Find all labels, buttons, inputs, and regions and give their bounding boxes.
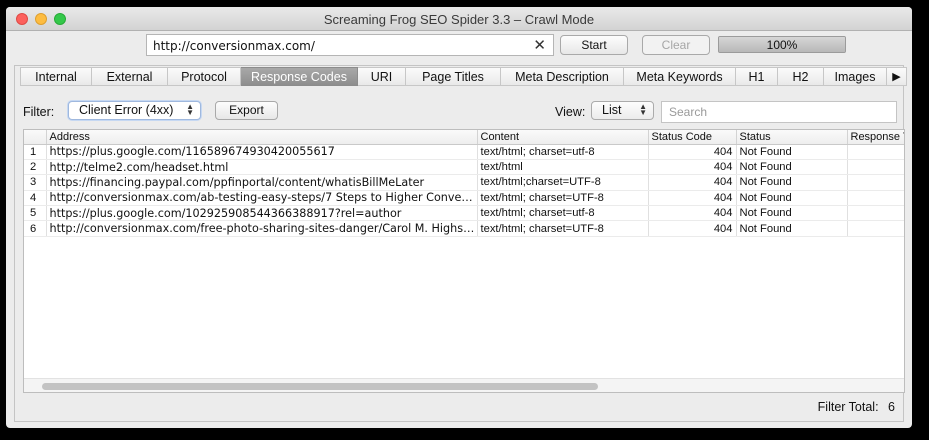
cell-response-time [847, 159, 904, 176]
cell-response-time [847, 220, 904, 237]
tab-internal[interactable]: Internal [20, 67, 92, 86]
cell-status-code: 404 [648, 174, 737, 191]
table-row[interactable]: 5 https://plus.google.com/10292590854436… [24, 205, 904, 222]
filter-label: Filter: [23, 105, 55, 119]
cell-status-code: 404 [648, 205, 737, 222]
cell-address: http://conversionmax.com/ab-testing-easy… [46, 190, 478, 207]
select-arrows-icon: ▲ ▼ [186, 102, 194, 117]
crawl-progress-bar: 100% [718, 36, 846, 53]
cell-content: text/html; charset=utf-8 [477, 144, 649, 160]
filter-select[interactable]: Client Error (4xx) ▲ ▼ [68, 101, 201, 120]
filter-total: Filter Total: 6 [812, 400, 895, 414]
tab-scroll-right-icon[interactable]: ▶ [887, 67, 907, 86]
table-row[interactable]: 6 http://conversionmax.com/free-photo-sh… [24, 220, 904, 237]
table-row[interactable]: 3 https://financing.paypal.com/ppfinport… [24, 174, 904, 191]
cell-status-code: 404 [648, 190, 737, 207]
row-number: 2 [24, 159, 47, 176]
cell-status: Not Found [736, 159, 848, 176]
table-row[interactable]: 4 http://conversionmax.com/ab-testing-ea… [24, 190, 904, 207]
start-button[interactable]: Start [560, 35, 628, 55]
cell-address: https://financing.paypal.com/ppfinportal… [46, 174, 478, 191]
cell-address: http://telme2.com/headset.html [46, 159, 478, 176]
cell-status-code: 404 [648, 159, 737, 176]
row-number: 3 [24, 174, 47, 191]
column-header-response-time[interactable]: Response T [847, 130, 904, 145]
url-input[interactable] [153, 38, 513, 53]
cell-status: Not Found [736, 220, 848, 237]
tab-h2[interactable]: H2 [778, 67, 824, 86]
progress-text: 100% [766, 38, 798, 52]
horizontal-scrollbar-thumb[interactable] [42, 383, 598, 390]
cell-status: Not Found [736, 205, 848, 222]
column-header-status[interactable]: Status [736, 130, 848, 145]
select-arrows-icon: ▲ ▼ [639, 102, 647, 117]
cell-content: text/html; charset=UTF-8 [477, 220, 649, 237]
title-bar: Screaming Frog SEO Spider 3.3 – Crawl Mo… [6, 7, 912, 31]
tab-meta-description[interactable]: Meta Description [501, 67, 624, 86]
tab-meta-keywords[interactable]: Meta Keywords [624, 67, 736, 86]
export-button[interactable]: Export [215, 101, 278, 120]
row-number: 1 [24, 144, 47, 160]
horizontal-scrollbar[interactable] [24, 378, 904, 392]
column-header-index[interactable] [24, 130, 47, 145]
clear-url-icon[interactable]: ✕ [533, 36, 546, 54]
cell-address: https://plus.google.com/1029259085443663… [46, 205, 478, 222]
cell-address: https://plus.google.com/1165896749304200… [46, 144, 478, 160]
tab-images[interactable]: Images [824, 67, 887, 86]
view-label: View: [555, 105, 586, 119]
tab-bar: Internal External Protocol Response Code… [20, 67, 907, 86]
filter-total-label: Filter Total: [817, 400, 879, 414]
cell-response-time [847, 205, 904, 222]
cell-content: text/html;charset=UTF-8 [477, 174, 649, 191]
cell-content: text/html; charset=UTF-8 [477, 190, 649, 207]
cell-status-code: 404 [648, 220, 737, 237]
cell-content: text/html; charset=utf-8 [477, 205, 649, 222]
tab-protocol[interactable]: Protocol [168, 67, 241, 86]
cell-content: text/html [477, 159, 649, 176]
filter-select-value: Client Error (4xx) [79, 103, 174, 117]
view-select-value: List [602, 103, 622, 117]
row-number: 4 [24, 190, 47, 207]
table-header-row: Address Content Status Code Status Respo… [24, 130, 904, 145]
column-header-content[interactable]: Content [477, 130, 649, 145]
cell-address: http://conversionmax.com/free-photo-shar… [46, 220, 478, 237]
tab-h1[interactable]: H1 [736, 67, 778, 86]
clear-button[interactable]: Clear [642, 35, 710, 55]
main-panel: Internal External Protocol Response Code… [14, 65, 907, 422]
tab-page-titles[interactable]: Page Titles [406, 67, 501, 86]
row-number: 6 [24, 220, 47, 237]
view-select[interactable]: List ▲ ▼ [591, 101, 654, 120]
cell-response-time [847, 174, 904, 191]
cell-status: Not Found [736, 174, 848, 191]
cell-status: Not Found [736, 190, 848, 207]
url-bar: ✕ [146, 34, 554, 56]
search-input[interactable] [661, 101, 897, 123]
table-row[interactable]: 2 http://telme2.com/headset.html text/ht… [24, 159, 904, 176]
table-row[interactable]: 1 https://plus.google.com/11658967493042… [24, 144, 904, 160]
cell-status: Not Found [736, 144, 848, 160]
column-header-status-code[interactable]: Status Code [648, 130, 737, 145]
filter-total-value: 6 [888, 400, 895, 414]
cell-status-code: 404 [648, 144, 737, 160]
cell-response-time [847, 144, 904, 160]
app-window: Screaming Frog SEO Spider 3.3 – Crawl Mo… [6, 7, 912, 428]
window-title: Screaming Frog SEO Spider 3.3 – Crawl Mo… [323, 12, 595, 27]
results-table: Address Content Status Code Status Respo… [23, 129, 905, 393]
tab-response-codes[interactable]: Response Codes [241, 67, 358, 86]
column-header-address[interactable]: Address [46, 130, 478, 145]
cell-response-time [847, 190, 904, 207]
tab-uri[interactable]: URI [358, 67, 406, 86]
row-number: 5 [24, 205, 47, 222]
tab-external[interactable]: External [92, 67, 168, 86]
